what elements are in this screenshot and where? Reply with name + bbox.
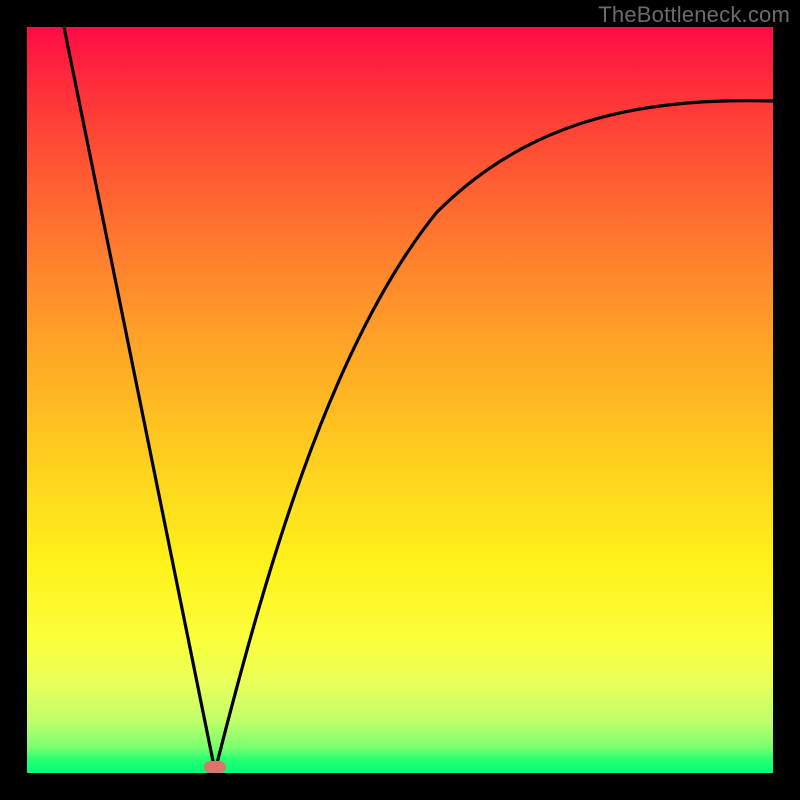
min-marker <box>204 761 226 773</box>
watermark-text: TheBottleneck.com <box>598 2 790 28</box>
chart-frame: TheBottleneck.com <box>0 0 800 800</box>
bottleneck-curve <box>27 27 773 773</box>
curve-right-segment <box>215 101 773 771</box>
curve-left-segment <box>64 27 215 771</box>
chart-plot-area <box>27 27 773 773</box>
